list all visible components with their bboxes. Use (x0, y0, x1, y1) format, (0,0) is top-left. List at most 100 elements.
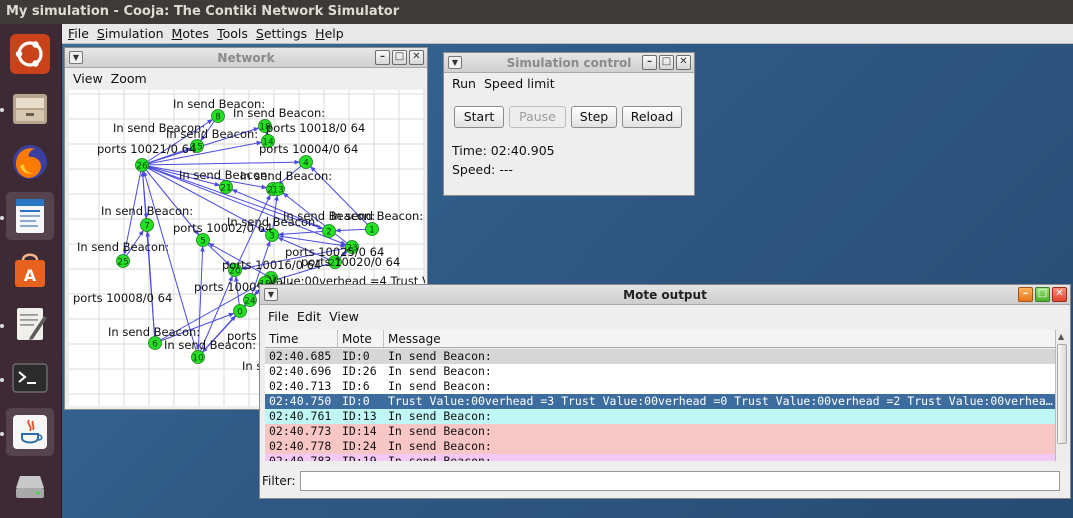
node-label: In send Beacon: (331, 209, 423, 223)
table-row[interactable]: 02:40.778 ID:24 In send Beacon: (265, 439, 1055, 454)
minimize-icon[interactable]: – (1018, 287, 1033, 302)
menu-view[interactable]: View (73, 71, 103, 86)
table-row[interactable]: 02:40.773 ID:14 In send Beacon: (265, 424, 1055, 439)
node-label: In send Beacon: (240, 169, 332, 183)
cell-time: 02:40.773 (269, 424, 332, 438)
cell-mote: ID:0 (342, 349, 370, 363)
cell-message: In send Beacon: (388, 454, 492, 461)
network-node[interactable]: 21 (219, 180, 233, 194)
column-time[interactable]: Time (265, 330, 338, 347)
node-id: 5 (200, 237, 206, 247)
window-menu-icon[interactable]: ▼ (264, 288, 278, 301)
menu-edit[interactable]: Edit (297, 309, 321, 324)
menu-tools[interactable]: Tools (217, 26, 248, 41)
minimize-icon[interactable]: – (642, 55, 657, 70)
network-node[interactable]: 26 (135, 158, 149, 172)
simulation-time: Time: 02:40.905 (452, 143, 555, 158)
node-id: 25 (117, 258, 128, 268)
node-label: ports 10004/0 64 (259, 142, 358, 156)
network-node[interactable]: 13 (271, 182, 285, 196)
firefox-icon[interactable] (6, 138, 54, 186)
simulation-control-title-bar[interactable]: ▼ Simulation control – □ ✕ (444, 53, 694, 73)
menu-simulation[interactable]: Simulation (97, 26, 164, 41)
vertical-scrollbar[interactable]: ▲ (1055, 330, 1068, 461)
close-icon[interactable]: ✕ (676, 55, 691, 70)
table-row[interactable]: 02:40.696 ID:26 In send Beacon: (265, 364, 1055, 379)
mote-output-title-bar[interactable]: ▼ Mote output – □ ✕ (260, 285, 1070, 305)
cell-mote: ID:19 (342, 454, 377, 461)
file-manager-icon[interactable] (6, 84, 54, 132)
reload-button[interactable]: Reload (622, 106, 682, 128)
simulation-speed: Speed: --- (452, 162, 513, 177)
close-icon[interactable]: ✕ (1052, 287, 1067, 302)
table-row[interactable]: 02:40.783 ID:19 In send Beacon: (265, 454, 1055, 461)
text-editor-icon[interactable] (6, 300, 54, 348)
window-menu-icon[interactable]: ▼ (448, 56, 462, 69)
network-node[interactable]: 5 (196, 233, 210, 247)
writer-icon[interactable] (6, 192, 54, 240)
node-id: 0 (237, 308, 243, 318)
mote-output-table[interactable]: 02:40.685 ID:0 In send Beacon: 02:40.696 ID:… (265, 349, 1055, 461)
network-node[interactable]: 4 (299, 155, 313, 169)
cell-message: In send Beacon: (388, 364, 492, 378)
scrollbar-thumb[interactable] (1057, 344, 1067, 444)
network-node[interactable]: 7 (140, 218, 154, 232)
network-node[interactable]: 10 (191, 350, 205, 364)
node-id: 26 (136, 162, 148, 172)
menu-speed-limit[interactable]: Speed limit (484, 76, 555, 91)
cell-time: 02:40.685 (269, 349, 332, 363)
pause-button[interactable]: Pause (509, 106, 566, 128)
menu-file[interactable]: File (68, 26, 89, 41)
start-button[interactable]: Start (454, 106, 504, 128)
ubuntu-logo-icon[interactable] (6, 30, 54, 78)
node-id: 1 (369, 226, 375, 236)
column-mote[interactable]: Mote (338, 330, 384, 347)
cell-time: 02:40.750 (269, 394, 332, 408)
menu-motes[interactable]: Motes (172, 26, 210, 41)
minimize-icon[interactable]: – (375, 50, 390, 65)
filter-input[interactable] (299, 471, 1060, 491)
network-node[interactable]: 1 (365, 222, 379, 236)
node-id: 21 (220, 184, 231, 194)
menu-file[interactable]: File (268, 309, 289, 324)
software-center-icon[interactable]: A (6, 246, 54, 294)
table-row[interactable]: 02:40.761 ID:13 In send Beacon: (265, 409, 1055, 424)
network-title-bar[interactable]: ▼ Network – □ ✕ (65, 48, 427, 68)
node-label: In send Beacon: (164, 338, 256, 352)
mote-output-title: Mote output (623, 288, 707, 302)
java-icon[interactable] (6, 408, 54, 456)
mote-output-menubar: File Edit View (260, 305, 1070, 327)
table-row[interactable]: 02:40.685 ID:0 In send Beacon: (265, 349, 1055, 364)
cell-mote: ID:24 (342, 439, 377, 453)
window-title: My simulation - Cooja: The Contiki Netwo… (6, 4, 400, 19)
network-node[interactable]: 24 (243, 293, 257, 307)
maximize-icon[interactable]: □ (392, 50, 407, 65)
scroll-up-icon[interactable]: ▲ (1058, 332, 1064, 341)
step-button[interactable]: Step (571, 106, 617, 128)
cell-message: In send Beacon: (388, 379, 492, 393)
menu-run[interactable]: Run (452, 76, 476, 91)
menu-settings[interactable]: Settings (256, 26, 307, 41)
menu-zoom[interactable]: Zoom (111, 71, 147, 86)
network-node[interactable]: 2 (322, 224, 336, 238)
maximize-icon[interactable]: □ (659, 55, 674, 70)
table-row[interactable]: 02:40.713 ID:6 In send Beacon: (265, 379, 1055, 394)
node-label: ports 10008/0 64 (73, 291, 172, 305)
node-id: 6 (152, 340, 158, 350)
terminal-icon[interactable] (6, 354, 54, 402)
cell-message: In send Beacon: (388, 409, 492, 423)
network-node[interactable]: 25 (116, 254, 130, 268)
disk-icon[interactable] (6, 462, 54, 510)
close-icon[interactable]: ✕ (409, 50, 424, 65)
cell-time: 02:40.778 (269, 439, 332, 453)
column-message[interactable]: Message (384, 330, 1055, 347)
network-node[interactable]: 0 (233, 304, 247, 318)
cell-message: In send Beacon: (388, 349, 492, 363)
window-menu-icon[interactable]: ▼ (69, 51, 83, 64)
table-row[interactable]: 02:40.750 ID:0 Trust Value:00verhead =3 Tr… (265, 394, 1055, 409)
maximize-icon[interactable]: □ (1035, 287, 1050, 302)
menu-view[interactable]: View (329, 309, 359, 324)
node-label: In send Beacon: (166, 127, 258, 141)
menu-help[interactable]: Help (315, 26, 344, 41)
network-node[interactable]: 8 (211, 109, 225, 123)
